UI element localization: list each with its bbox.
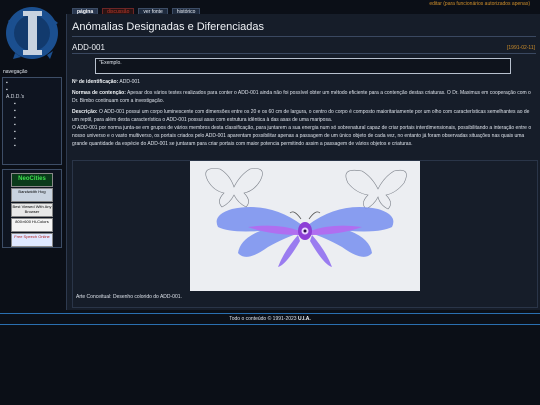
sidebar-subitem[interactable]: ▪ (6, 129, 58, 136)
best-viewed-badge[interactable]: Best Viewed With Any Browser (11, 203, 53, 217)
sidebar-item[interactable]: ▪ (6, 80, 58, 87)
description-paragraph: Descrição: O ADD-001 possui um corpo lum… (72, 108, 536, 124)
sidebar-subitem[interactable]: ▪ (6, 115, 58, 122)
quote-box: "Exemplo. (95, 58, 511, 74)
sidebar-item-label: A.D.D.'s (6, 94, 25, 100)
footer: Todo o conteúdo © 1991-2023 U.I.A. (0, 316, 540, 322)
bullet-icon: ▪ (6, 80, 8, 86)
item-title: ADD-001 (72, 43, 105, 52)
badges-box: NeoCities Bandwidth Hog Best Viewed With… (2, 169, 62, 248)
id-line: Nº de identificação: ADD-001 (72, 78, 536, 86)
bullet-icon: ▪ (14, 115, 16, 121)
id-value: ADD-001 (118, 79, 140, 85)
bullet-icon: ▪ (14, 143, 16, 149)
edit-link[interactable]: editar (para funcionários autorizados ap… (429, 1, 530, 7)
figure-box: Arte Conceitual: Desenho colorido do ADD… (72, 160, 538, 308)
item-date: [1991-02-11] (507, 45, 535, 51)
neocities-badge[interactable]: NeoCities (11, 173, 53, 187)
footer-divider (0, 313, 540, 314)
id-label: Nº de identificação: (72, 79, 119, 85)
sidebar-subitem[interactable]: ▪ (6, 101, 58, 108)
resolution-badge[interactable]: 800×600 Hi-Colors (11, 218, 53, 232)
description-label: Descrição: (72, 109, 98, 115)
free-speech-badge[interactable]: Free Speech Online (11, 233, 53, 247)
sidebar-subitem[interactable]: ▪ (6, 122, 58, 129)
sidebar: navegação ▪ ▪ A.D.D.'s ▪ ▪ ▪ ▪ ▪ ▪ ▪ Neo… (0, 68, 64, 308)
sidebar-item[interactable]: ▪ (6, 87, 58, 94)
bullet-icon: ▪ (14, 122, 16, 128)
containment-text: Apesar dos vários testes realizados para… (72, 90, 531, 104)
description-paragraph-2: O ADD-001 por norma junta-se em grupos d… (72, 125, 532, 147)
bullet-icon: ▪ (14, 108, 16, 114)
sidebar-subitem[interactable]: ▪ (6, 108, 58, 115)
bullet-icon: ▪ (14, 136, 16, 142)
sidebar-item-adds: A.D.D.'s (6, 94, 58, 101)
sidebar-subitem[interactable]: ▪ (6, 143, 58, 150)
divider (72, 36, 536, 37)
containment-label: Normas de contenção: (72, 90, 126, 96)
page-title: Anómalias Designadas e Diferenciadas (72, 21, 264, 33)
figure-caption: Arte Conceitual: Desenho colorido do ADD… (76, 294, 182, 300)
bullet-icon: ▪ (14, 129, 16, 135)
divider (72, 53, 536, 54)
bandwidth-badge[interactable]: Bandwidth Hog (11, 188, 53, 202)
bullet-icon: ▪ (6, 87, 8, 93)
content-area: Anómalias Designadas e Diferenciadas ADD… (66, 14, 540, 310)
nav-box: ▪ ▪ A.D.D.'s ▪ ▪ ▪ ▪ ▪ ▪ ▪ (2, 77, 62, 165)
copyright-text: Todo o conteúdo © 1991-2023 (229, 316, 298, 322)
containment-paragraph: Normas de contenção: Apesar dos vários t… (72, 89, 536, 105)
creature-illustration[interactable] (190, 161, 420, 291)
footer-divider (0, 324, 540, 325)
copyright-owner: U.I.A. (297, 316, 311, 322)
site-logo[interactable] (3, 3, 61, 63)
description-text: O ADD-001 possui um corpo luminescente c… (72, 109, 530, 123)
nav-title: navegação (3, 69, 28, 75)
bullet-icon: ▪ (14, 101, 16, 107)
sidebar-subitem[interactable]: ▪ (6, 136, 58, 143)
